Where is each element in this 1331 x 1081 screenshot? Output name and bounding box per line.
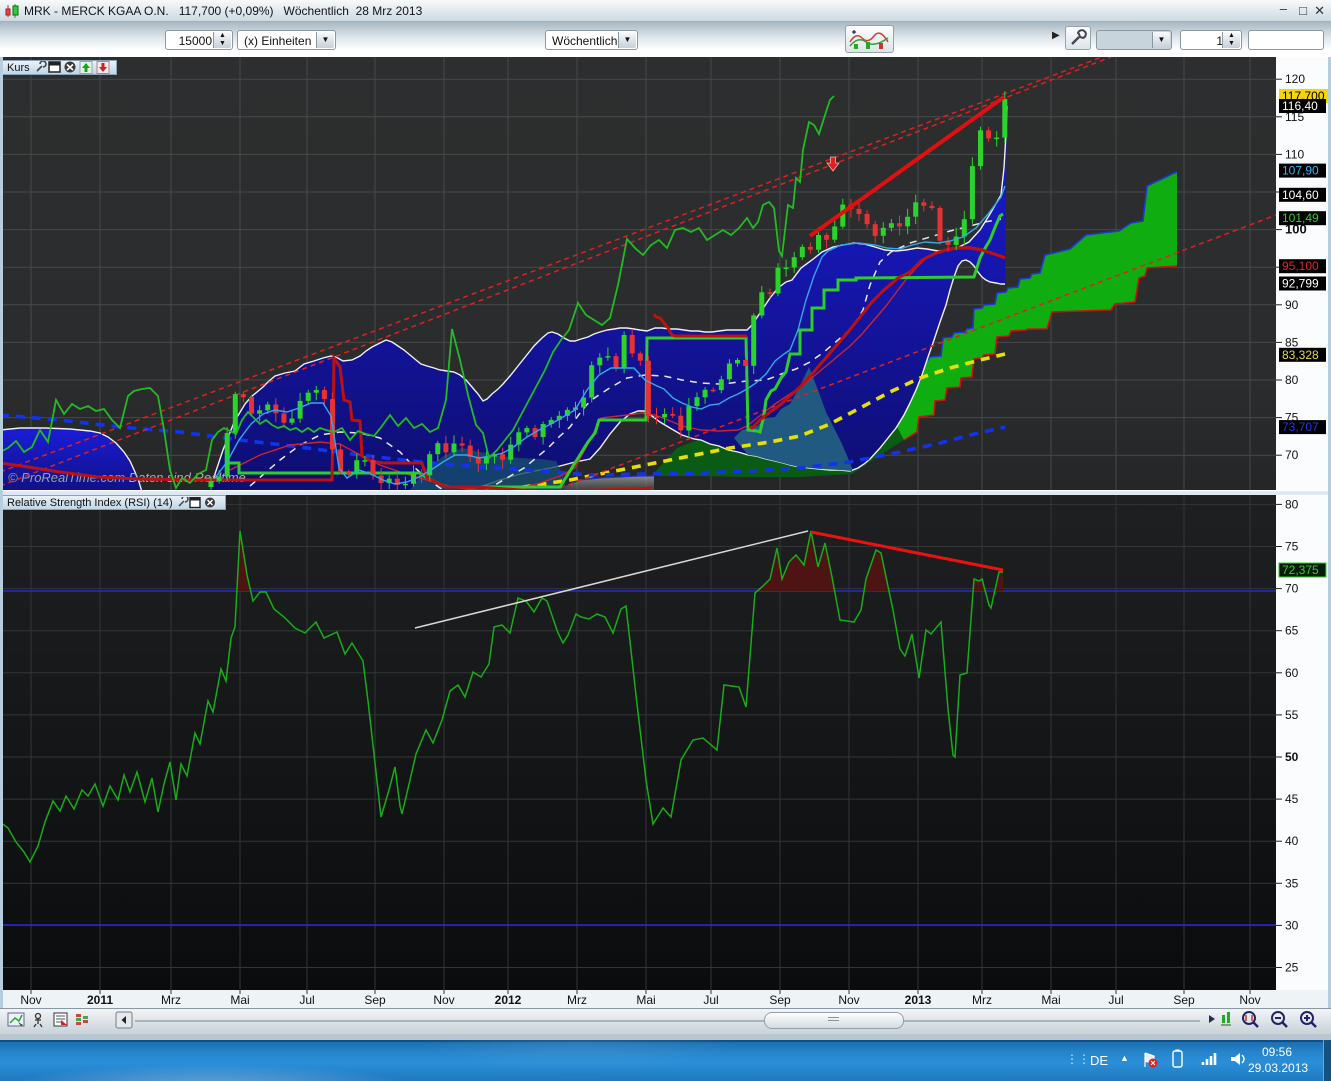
svg-text:83,328: 83,328 — [1282, 348, 1319, 362]
svg-text:45: 45 — [1285, 792, 1299, 806]
svg-text:2013: 2013 — [905, 993, 932, 1007]
svg-text:70: 70 — [1285, 448, 1299, 462]
svg-text:25: 25 — [1285, 961, 1299, 975]
svg-text:80: 80 — [1285, 373, 1299, 387]
svg-text:Mrz: Mrz — [567, 993, 587, 1007]
svg-text:Sep: Sep — [364, 993, 386, 1007]
svg-text:Mai: Mai — [230, 993, 249, 1007]
svg-text:92,799: 92,799 — [1282, 277, 1319, 291]
svg-text:Nov: Nov — [838, 993, 859, 1007]
svg-text:110: 110 — [1285, 147, 1304, 161]
svg-text:40: 40 — [1285, 834, 1299, 848]
svg-text:73,707: 73,707 — [1282, 420, 1319, 434]
svg-text:Mrz: Mrz — [161, 993, 181, 1007]
svg-text:65: 65 — [1285, 624, 1299, 638]
svg-text:50: 50 — [1285, 750, 1299, 764]
svg-text:Jul: Jul — [1108, 993, 1123, 1007]
svg-text:Nov: Nov — [1239, 993, 1260, 1007]
svg-text:90: 90 — [1285, 298, 1299, 312]
svg-text:60: 60 — [1285, 666, 1299, 680]
svg-text:Jul: Jul — [703, 993, 718, 1007]
svg-text:Mrz: Mrz — [972, 993, 992, 1007]
svg-text:107,90: 107,90 — [1282, 164, 1319, 178]
svg-text:70: 70 — [1285, 582, 1299, 596]
svg-text:Mai: Mai — [1041, 993, 1060, 1007]
svg-text:Jul: Jul — [299, 993, 314, 1007]
svg-text:80: 80 — [1285, 497, 1299, 511]
svg-text:Sep: Sep — [769, 993, 791, 1007]
svg-text:75: 75 — [1285, 540, 1299, 554]
svg-text:95,100: 95,100 — [1282, 259, 1319, 273]
svg-text:104,60: 104,60 — [1282, 188, 1319, 202]
svg-text:2011: 2011 — [87, 993, 113, 1007]
svg-text:72,375: 72,375 — [1282, 563, 1319, 577]
svg-text:Nov: Nov — [20, 993, 41, 1007]
svg-text:2012: 2012 — [495, 993, 522, 1007]
svg-text:101,49: 101,49 — [1282, 211, 1319, 225]
svg-text:Mai: Mai — [636, 993, 655, 1007]
svg-text:116,40: 116,40 — [1282, 99, 1318, 113]
svg-text:35: 35 — [1285, 876, 1299, 890]
svg-text:Sep: Sep — [1173, 993, 1195, 1007]
svg-text:120: 120 — [1285, 72, 1305, 86]
svg-text:Nov: Nov — [433, 993, 454, 1007]
svg-text:30: 30 — [1285, 918, 1299, 932]
svg-text:55: 55 — [1285, 708, 1299, 722]
